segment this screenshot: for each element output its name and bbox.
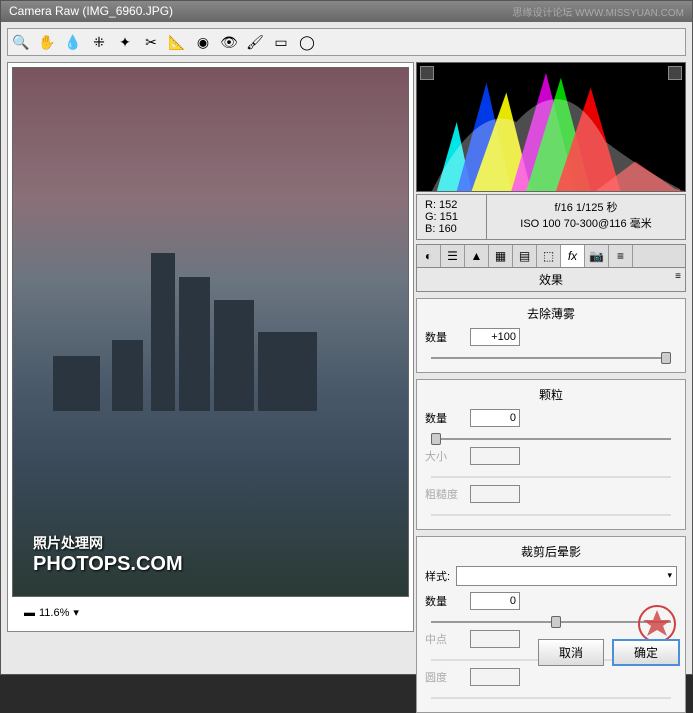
grain-size-label: 大小 — [425, 448, 470, 464]
tab-camera[interactable]: 📷 — [585, 245, 609, 267]
rgb-b: B: 160 — [425, 223, 478, 235]
grain-size-input — [470, 447, 520, 465]
spot-removal-icon[interactable]: ◉ — [194, 33, 212, 51]
vignette-round-label: 圆度 — [425, 669, 470, 685]
vignette-amount-thumb[interactable] — [551, 616, 561, 628]
histogram — [416, 62, 686, 192]
adjustment-brush-icon[interactable]: 🖌 — [246, 33, 264, 51]
rgb-g: G: 151 — [425, 211, 478, 223]
zoom-dropdown-icon[interactable]: ▾ — [73, 606, 79, 619]
preview-image[interactable]: 照片处理网 PHOTOPS.COM — [12, 67, 409, 597]
grain-rough-input — [470, 485, 520, 503]
vignette-round-slider — [431, 690, 671, 706]
zoom-out-icon[interactable]: ▬ — [24, 607, 35, 619]
vignette-style-label: 样式: — [425, 568, 450, 584]
metadata-panel: R: 152 G: 151 B: 160 f/16 1/125 秒 ISO 10… — [416, 194, 686, 240]
tab-hsl[interactable]: ▦ — [489, 245, 513, 267]
radial-filter-icon[interactable]: ◯ — [298, 33, 316, 51]
gradient-filter-icon[interactable]: ▭ — [272, 33, 290, 51]
highlight-clip-icon[interactable] — [668, 66, 682, 80]
camera-raw-window: Camera Raw (IMG_6960.JPG) 思缘设计论坛 WWW.MIS… — [0, 0, 693, 675]
target-adjust-icon[interactable]: ✦ — [116, 33, 134, 51]
toolbar: 🔍 ✋ 💧 ⁜ ✦ ✂ 📐 ◉ 👁 🖌 ▭ ◯ — [7, 28, 686, 56]
exposure-info: f/16 1/125 秒 — [495, 199, 677, 215]
color-sampler-icon[interactable]: ⁜ — [90, 33, 108, 51]
grain-size-slider — [431, 469, 671, 485]
grain-section: 颗粒 数量 大小 粗糙度 — [416, 379, 686, 530]
vignette-amount-slider[interactable] — [431, 614, 671, 630]
grain-title: 颗粒 — [425, 386, 677, 403]
preview-area: 照片处理网 PHOTOPS.COM ▬ 11.6% ▾ — [7, 62, 414, 632]
tab-bar: ◐ ☰ ▲ ▦ ▤ ⬚ fx 📷 ≡ — [416, 244, 686, 268]
vignette-amount-input[interactable] — [470, 592, 520, 610]
vignette-style-select[interactable]: ▾ — [456, 566, 677, 586]
grain-rough-label: 粗糙度 — [425, 486, 470, 502]
logo-stamp — [637, 604, 677, 644]
dehaze-title: 去除薄雾 — [425, 305, 677, 322]
chevron-down-icon: ▾ — [667, 570, 672, 581]
vignette-round-input — [470, 668, 520, 686]
grain-amount-thumb[interactable] — [431, 433, 441, 445]
shadow-clip-icon[interactable] — [420, 66, 434, 80]
tab-curve[interactable]: ☰ — [441, 245, 465, 267]
tab-basic[interactable]: ◐ — [417, 245, 441, 267]
crop-tool-icon[interactable]: ✂ — [142, 33, 160, 51]
redeye-icon[interactable]: 👁 — [220, 33, 238, 51]
dialog-buttons: 取消 确定 — [538, 639, 680, 666]
zoom-level: 11.6% — [39, 607, 69, 619]
dehaze-slider-thumb[interactable] — [661, 352, 671, 364]
zoom-tool-icon[interactable]: 🔍 — [12, 33, 30, 51]
iso-info: ISO 100 70-300@116 毫米 — [495, 215, 677, 231]
dehaze-amount-input[interactable] — [470, 328, 520, 346]
tab-effects[interactable]: fx — [561, 245, 585, 267]
grain-amount-input[interactable] — [470, 409, 520, 427]
tab-split[interactable]: ▤ — [513, 245, 537, 267]
grain-amount-label: 数量 — [425, 410, 470, 426]
tab-lens[interactable]: ⬚ — [537, 245, 561, 267]
vignette-midpoint-label: 中点 — [425, 631, 470, 647]
dehaze-section: 去除薄雾 数量 — [416, 298, 686, 373]
tab-presets[interactable]: ≡ — [609, 245, 633, 267]
vignette-midpoint-input — [470, 630, 520, 648]
white-balance-icon[interactable]: 💧 — [64, 33, 82, 51]
tab-detail[interactable]: ▲ — [465, 245, 489, 267]
dehaze-slider[interactable] — [431, 350, 671, 366]
vignette-amount-label: 数量 — [425, 593, 470, 609]
rgb-r: R: 152 — [425, 199, 478, 211]
panel-title: 效果 ≡ — [416, 268, 686, 292]
ok-button[interactable]: 确定 — [612, 639, 680, 666]
dehaze-amount-label: 数量 — [425, 329, 470, 345]
grain-amount-slider[interactable] — [431, 431, 671, 447]
window-title: Camera Raw (IMG_6960.JPG) — [9, 4, 173, 19]
watermark-overlay: 照片处理网 PHOTOPS.COM — [33, 533, 183, 576]
straighten-icon[interactable]: 📐 — [168, 33, 186, 51]
cancel-button[interactable]: 取消 — [538, 639, 604, 666]
zoom-control[interactable]: ▬ 11.6% ▾ — [18, 604, 85, 621]
hand-tool-icon[interactable]: ✋ — [38, 33, 56, 51]
watermark-top: 思缘设计论坛 WWW.MISSYUAN.COM — [512, 4, 684, 19]
grain-rough-slider — [431, 507, 671, 523]
vignette-title: 裁剪后晕影 — [425, 543, 677, 560]
titlebar: Camera Raw (IMG_6960.JPG) 思缘设计论坛 WWW.MIS… — [1, 1, 692, 22]
panel-menu-icon[interactable]: ≡ — [675, 271, 681, 282]
